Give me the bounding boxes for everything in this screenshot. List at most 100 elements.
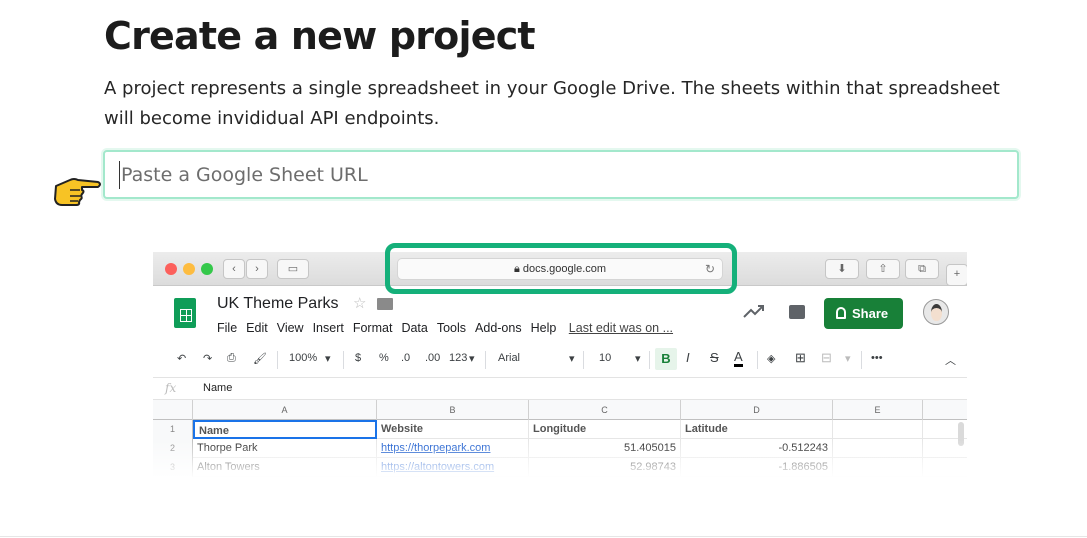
- sheets-logo-icon: [174, 298, 196, 328]
- cell: Name: [193, 420, 377, 439]
- close-dot-icon: [165, 263, 177, 275]
- cell: Latitude: [681, 420, 833, 439]
- sidebar-icon: ▭: [277, 259, 309, 279]
- toolbar-divider: [861, 351, 862, 369]
- page-title: Create a new project: [104, 14, 536, 58]
- new-tab-icon: +: [946, 264, 967, 286]
- last-edit-link: Last edit was on ...: [568, 321, 674, 335]
- menu-view: View: [276, 321, 304, 335]
- folder-icon: [377, 298, 393, 310]
- cell: 52.98743: [529, 458, 681, 477]
- strikethrough-button: S: [710, 350, 719, 365]
- tabs-icon: ⧉: [905, 259, 939, 279]
- pointing-hand-icon: [54, 178, 101, 206]
- toolbar-divider: [485, 351, 486, 369]
- undo-icon: ↶: [177, 353, 187, 365]
- table-row: 2 Thorpe Park https://thorpepark.com 51.…: [153, 439, 967, 458]
- share-sheet-icon: ⇧: [866, 259, 900, 279]
- increase-decimal-button: .00: [425, 352, 441, 364]
- italic-button: I: [686, 350, 690, 365]
- menu-addons: Add-ons: [475, 321, 522, 335]
- cell: 51.405015: [529, 439, 681, 458]
- page-description: A project represents a single spreadshee…: [104, 78, 1000, 129]
- column-header-b: B: [377, 400, 529, 420]
- corner-cell: [153, 400, 193, 420]
- sheet-url-input[interactable]: [103, 150, 1019, 199]
- cell: Longitude: [529, 420, 681, 439]
- print-icon: ⎙: [227, 352, 236, 364]
- column-header-e: E: [833, 400, 923, 420]
- menu-data: Data: [401, 321, 428, 335]
- zoom-select: 100%: [289, 352, 318, 364]
- scrollbar: [958, 422, 964, 446]
- formula-value: Name: [203, 382, 233, 394]
- download-icon: ⬇: [825, 259, 859, 279]
- column-header-a: A: [193, 400, 377, 420]
- menu-tools: Tools: [436, 321, 467, 335]
- cell: Website: [377, 420, 529, 439]
- table-row: 3 Alton Towers https://altontowers.com 5…: [153, 458, 967, 477]
- toolbar-divider: [649, 351, 650, 369]
- row-number: 1: [153, 420, 193, 439]
- column-header-c: C: [529, 400, 681, 420]
- cell: Thorpe Park: [193, 439, 377, 458]
- paint-format-icon: 🖌︎: [253, 353, 267, 365]
- borders-icon: ⊞: [795, 350, 806, 365]
- cell: https://thorpepark.com: [377, 439, 529, 458]
- text-caret: [119, 161, 120, 189]
- person-icon: [836, 307, 846, 319]
- chevron-down-icon: ▾: [469, 353, 475, 365]
- toolbar-divider: [583, 351, 584, 369]
- comment-icon: [789, 305, 805, 319]
- sheets-appbar: UK Theme Parks ☆ File Edit View Insert Forma…: [153, 286, 967, 342]
- fx-icon: fx: [165, 381, 177, 395]
- share-button: Share: [824, 298, 903, 329]
- minimize-dot-icon: [183, 263, 195, 275]
- menu-edit: Edit: [246, 321, 268, 335]
- table-row: 1 Name Website Longitude Latitude: [153, 420, 967, 439]
- toolbar-divider: [757, 351, 758, 369]
- cell: https://altontowers.com: [377, 458, 529, 477]
- font-size-select: 10: [599, 352, 612, 364]
- decrease-decimal-button: .0: [401, 352, 411, 364]
- forward-icon: ›: [246, 259, 268, 279]
- redo-icon: ↷: [203, 353, 213, 365]
- currency-button: $: [355, 352, 362, 364]
- page-divider: [0, 536, 1087, 537]
- cell: -0.512243: [681, 439, 833, 458]
- trending-icon: [743, 305, 764, 318]
- cell: [833, 458, 923, 477]
- menu-format: Format: [352, 321, 393, 335]
- column-headers: A B C D E: [153, 400, 967, 420]
- menu-file: File: [217, 321, 238, 335]
- menu-insert: Insert: [312, 321, 344, 335]
- row-number: 3: [153, 458, 193, 477]
- address-bar-highlight: [385, 243, 737, 294]
- back-icon: ‹: [223, 259, 245, 279]
- menu-help: Help: [530, 321, 557, 335]
- doc-title: UK Theme Parks: [217, 295, 339, 312]
- cell: Alton Towers: [193, 458, 377, 477]
- share-label: Share: [852, 306, 889, 321]
- cell: [833, 420, 923, 439]
- text-color-button: A: [734, 349, 743, 367]
- fill-color-icon: ◈: [767, 353, 776, 365]
- more-icon: •••: [871, 352, 883, 364]
- chevron-down-icon: ▾: [845, 353, 851, 365]
- avatar: [923, 299, 949, 325]
- percent-button: %: [379, 352, 389, 364]
- bold-button: B: [655, 348, 677, 370]
- star-icon: ☆: [353, 295, 367, 312]
- maximize-dot-icon: [201, 263, 213, 275]
- merge-cells-icon: ⊟: [821, 350, 832, 365]
- formula-bar: fx Name: [153, 378, 967, 400]
- font-select: Arial: [498, 352, 521, 364]
- collapse-icon: ︿: [945, 355, 956, 367]
- sheets-menu: File Edit View Insert Format Data Tools Add-ons…: [217, 321, 682, 335]
- column-header-d: D: [681, 400, 833, 420]
- toolbar-divider: [277, 351, 278, 369]
- chevron-down-icon: ▾: [569, 353, 575, 365]
- chevron-down-icon: ▾: [635, 353, 641, 365]
- row-number: 2: [153, 439, 193, 458]
- chevron-down-icon: ▾: [325, 353, 331, 365]
